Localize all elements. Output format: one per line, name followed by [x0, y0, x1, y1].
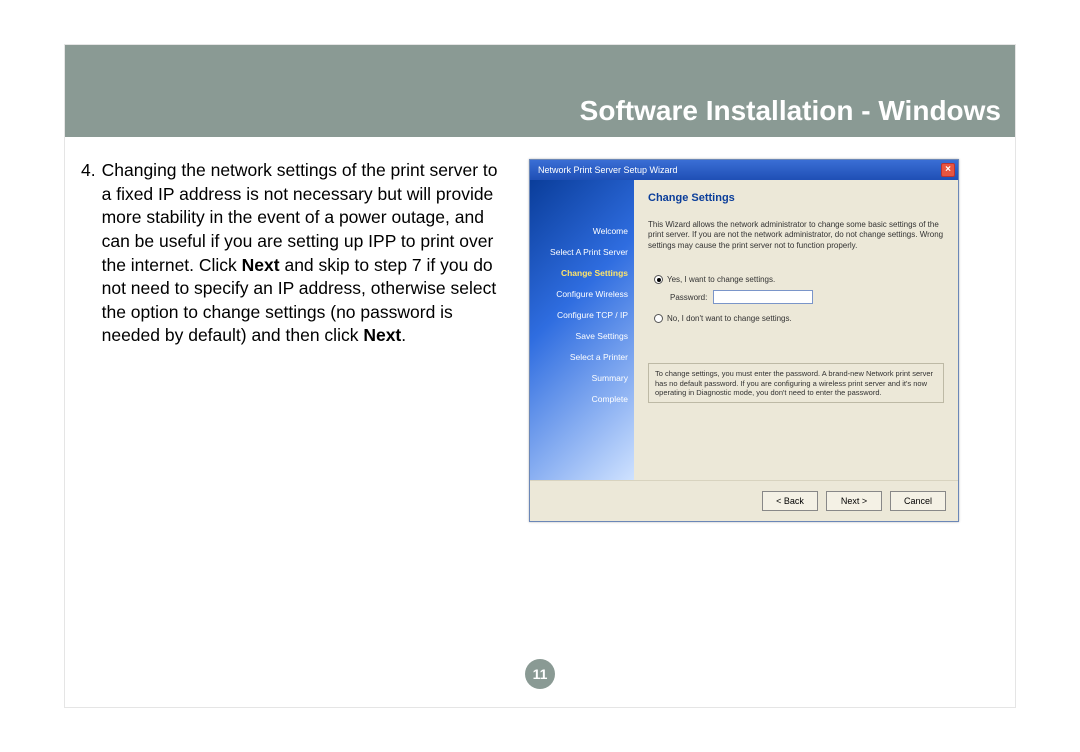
sidebar-item-configure-tcpip: Configure TCP / IP	[536, 310, 628, 320]
radio-no-row[interactable]: No, I don't want to change settings.	[654, 314, 944, 323]
page-number-badge: 11	[525, 659, 555, 689]
cancel-button[interactable]: Cancel	[890, 491, 946, 511]
radio-icon[interactable]	[654, 275, 663, 284]
instruction-text: 4. Changing the network settings of the …	[81, 159, 511, 522]
sidebar-item-select-printer: Select a Printer	[536, 352, 628, 362]
sidebar-item-change-settings: Change Settings	[536, 268, 628, 278]
close-icon[interactable]: ×	[941, 163, 955, 177]
section-title: Software Installation - Windows	[580, 95, 1001, 127]
sidebar-item-summary: Summary	[536, 373, 628, 383]
back-button[interactable]: < Back	[762, 491, 818, 511]
password-label: Password:	[670, 293, 707, 302]
content-row: 4. Changing the network settings of the …	[65, 137, 1015, 522]
wizard-titlebar: Network Print Server Setup Wizard ×	[530, 160, 958, 180]
radio-no-label: No, I don't want to change settings.	[667, 314, 792, 323]
radio-yes-row[interactable]: Yes, I want to change settings.	[654, 275, 944, 284]
step-number: 4.	[81, 159, 102, 522]
sidebar-item-welcome: Welcome	[536, 226, 628, 236]
wizard-sidebar: Welcome Select A Print Server Change Set…	[530, 180, 634, 480]
wizard-note: To change settings, you must enter the p…	[648, 363, 944, 403]
wizard-intro-text: This Wizard allows the network administr…	[648, 220, 944, 251]
radio-yes-label: Yes, I want to change settings.	[667, 275, 775, 284]
password-row: Password:	[670, 290, 944, 304]
sidebar-item-select-print-server: Select A Print Server	[536, 247, 628, 257]
step-text-part3: .	[401, 325, 406, 345]
section-header: Software Installation - Windows	[65, 45, 1015, 137]
wizard-screenshot: Network Print Server Setup Wizard × Welc…	[529, 159, 969, 522]
sidebar-item-complete: Complete	[536, 394, 628, 404]
wizard-window: Network Print Server Setup Wizard × Welc…	[529, 159, 959, 522]
wizard-body: Welcome Select A Print Server Change Set…	[530, 180, 958, 480]
wizard-main: Change Settings This Wizard allows the n…	[634, 180, 958, 480]
sidebar-item-configure-wireless: Configure Wireless	[536, 289, 628, 299]
next-button[interactable]: Next >	[826, 491, 882, 511]
manual-page: Software Installation - Windows 4. Chang…	[64, 44, 1016, 708]
radio-icon[interactable]	[654, 314, 663, 323]
wizard-heading: Change Settings	[648, 192, 944, 204]
step-body: Changing the network settings of the pri…	[102, 159, 511, 522]
sidebar-item-save-settings: Save Settings	[536, 331, 628, 341]
step-bold-next-1: Next	[242, 255, 280, 275]
wizard-title: Network Print Server Setup Wizard	[538, 165, 678, 175]
wizard-footer: < Back Next > Cancel	[530, 480, 958, 521]
step-bold-next-2: Next	[363, 325, 401, 345]
password-input[interactable]	[713, 290, 813, 304]
